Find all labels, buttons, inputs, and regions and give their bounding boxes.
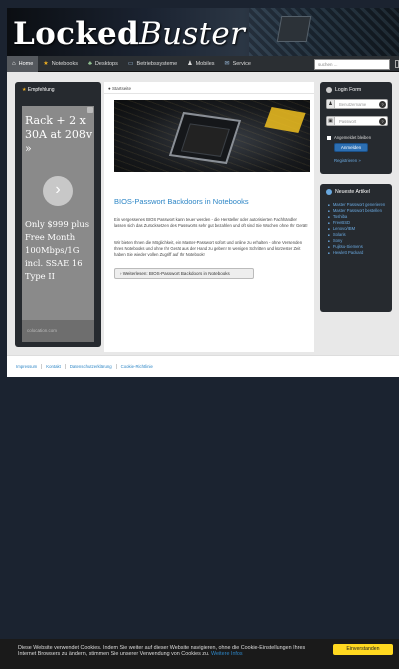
login-form: Login Form ♟ Benutzername ? ▣ Passwort ?… xyxy=(320,82,392,174)
article-title[interactable]: BIOS-Passwort Backdoors in Notebooks xyxy=(114,197,249,206)
circuit-board-image xyxy=(249,8,399,56)
nav-item-betriebssysteme[interactable]: ▭ Betriebssysteme xyxy=(123,56,182,72)
user-circle-icon xyxy=(326,87,332,93)
logo-bold: Locked xyxy=(13,16,140,52)
breadcrumb: ● Startseite xyxy=(104,82,314,94)
home-icon: ⌂ xyxy=(12,60,16,67)
monitor-icon: ▭ xyxy=(127,61,134,67)
cookie-banner: Diese Website verwendet Cookies. Indem S… xyxy=(0,639,399,669)
read-more-button[interactable]: › Weiterlesen: BIOS-Passwort Backdoors i… xyxy=(114,268,254,279)
envelope-icon: ✉ xyxy=(224,61,230,67)
password-field[interactable]: ▣ Passwort ? xyxy=(326,116,388,126)
logo-italic: Buster xyxy=(139,16,246,52)
login-title-label: Login Form xyxy=(335,87,362,93)
nav-item-label: Service xyxy=(232,60,251,67)
nav-item-notebooks[interactable]: ★ Notebooks xyxy=(38,56,83,72)
person-icon: ♟ xyxy=(187,61,193,67)
ad-body: Only $999 plus Free Month 100Mbps/1G inc… xyxy=(25,219,90,281)
nav-item-mobiles[interactable]: ♟ Mobiles xyxy=(182,56,219,72)
help-icon[interactable]: ? xyxy=(379,118,386,125)
newest-title: Neueste Artikel xyxy=(320,184,392,200)
left-sidebar: ★ Empfehlung Rack + 2 x 30A at 208v » › … xyxy=(15,82,101,347)
remember-checkbox[interactable] xyxy=(327,135,331,140)
password-placeholder: Passwort xyxy=(339,119,357,124)
recommendation-label: Empfehlung xyxy=(27,87,55,93)
ad-arrow-icon[interactable]: › xyxy=(43,176,73,206)
nav-item-label: Mobiles xyxy=(195,60,215,67)
ad-url[interactable]: colocation.com xyxy=(22,320,94,342)
article-paragraph: Ein vergessenes BIOS Passwort kann teuer… xyxy=(114,217,308,228)
username-placeholder: Benutzername xyxy=(339,102,367,107)
remember-label: Angemeldet bleiben xyxy=(334,135,372,140)
cookie-more-link[interactable]: Weitere Infos xyxy=(211,651,243,657)
cookie-text: Diese Website verwendet Cookies. Indem S… xyxy=(18,645,318,658)
advertisement[interactable]: Rack + 2 x 30A at 208v » › Only $999 plu… xyxy=(22,106,94,342)
site-header: LockedBuster xyxy=(7,8,399,56)
chip-graphic xyxy=(276,16,312,42)
login-button[interactable]: Anmelden xyxy=(334,143,368,152)
register-link[interactable]: Registrieren » xyxy=(334,158,361,163)
remember-me[interactable]: Angemeldet bleiben xyxy=(327,135,371,140)
list-item[interactable]: Hewlett Packard xyxy=(328,250,386,256)
newest-title-label: Neueste Artikel xyxy=(335,189,370,195)
newest-list: Master Passwort generieren Master Passwo… xyxy=(320,200,392,256)
breadcrumb-home[interactable]: Startseite xyxy=(112,86,131,91)
nav-item-label: Notebooks xyxy=(51,60,78,67)
search-input[interactable]: suchen ... xyxy=(314,59,390,70)
globe-icon xyxy=(326,189,332,195)
star-icon: ★ xyxy=(43,61,49,67)
username-field[interactable]: ♟ Benutzername ? xyxy=(326,99,388,109)
footer-links: Impressum Kontakt Datenschutzerklärung C… xyxy=(7,355,399,377)
nav-item-label: Betriebssysteme xyxy=(136,60,178,67)
nav-item-label: Home xyxy=(18,60,34,67)
article-paragraph: Wir bieten Ihnen die Möglichkeit, ein Ma… xyxy=(114,240,303,257)
article-image xyxy=(114,100,310,172)
nav-item-desktops[interactable]: ♣ Desktops xyxy=(83,56,123,72)
menu-toggle-icon[interactable] xyxy=(395,60,399,68)
lock-icon: ▣ xyxy=(327,117,335,125)
newest-articles: Neueste Artikel Master Passwort generier… xyxy=(320,184,392,312)
main-nav: ⌂ Home ★ Notebooks ♣ Desktops ▭ Betriebssyst… xyxy=(7,55,399,72)
footer-link-kontakt[interactable]: Kontakt xyxy=(42,364,66,369)
login-title: Login Form xyxy=(320,82,392,98)
read-more-label: Weiterlesen: BIOS-Passwort Backdoors in … xyxy=(122,271,230,276)
site-logo[interactable]: LockedBuster xyxy=(13,16,245,52)
nav-item-service[interactable]: ✉ Service xyxy=(220,56,256,72)
nav-item-label: Desktops xyxy=(94,60,118,67)
main-article-area: ● Startseite BIOS-Passwort Backdoors in … xyxy=(104,82,314,352)
footer-link-datenschutz[interactable]: Datenschutzerklärung xyxy=(66,364,117,369)
help-icon[interactable]: ? xyxy=(379,101,386,108)
footer-link-cookie[interactable]: Cookie-Richtlinie xyxy=(117,364,157,369)
cookie-accept-button[interactable]: Einverstanden xyxy=(333,644,393,655)
people-icon: ♣ xyxy=(87,60,92,67)
nav-item-home[interactable]: ⌂ Home xyxy=(7,55,39,72)
user-icon: ♟ xyxy=(327,100,335,108)
cookie-message: Diese Website verwendet Cookies. Indem S… xyxy=(18,645,306,658)
footer-link-impressum[interactable]: Impressum xyxy=(12,364,43,369)
recommendation-title: ★ Empfehlung xyxy=(15,82,101,98)
ad-info-icon[interactable] xyxy=(87,107,93,113)
page-content: ★ Empfehlung Rack + 2 x 30A at 208v » › … xyxy=(7,72,399,377)
ad-headline: Rack + 2 x 30A at 208v » xyxy=(25,114,93,155)
